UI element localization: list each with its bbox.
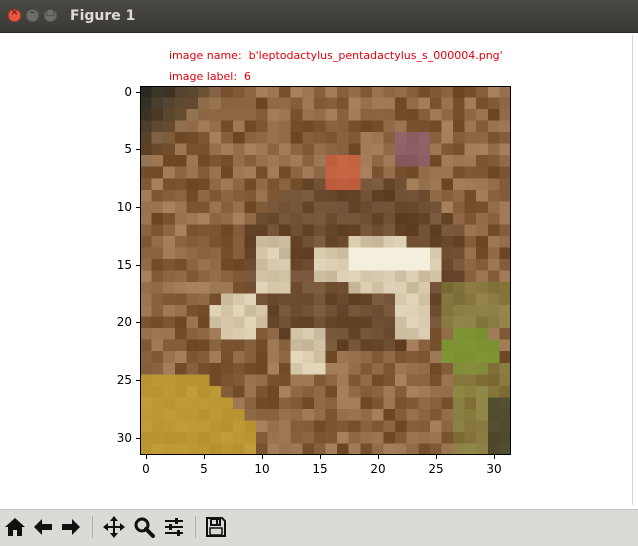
arrow-left-icon [34, 519, 52, 535]
arrow-right-icon [62, 519, 80, 535]
window-titlebar: × – □ Figure 1 [0, 0, 638, 33]
close-icon: × [10, 7, 19, 18]
magnifier-icon [134, 517, 155, 538]
x-tick-label: 20 [370, 462, 386, 476]
x-tick-label: 25 [428, 462, 444, 476]
x-tick-mark [204, 455, 205, 459]
y-tick-mark [136, 92, 140, 93]
minimize-window-button[interactable]: – [26, 7, 39, 22]
pixel-image [140, 86, 511, 455]
toolbar-separator [195, 516, 196, 538]
y-tick-label: 30 [116, 431, 132, 445]
x-tick-label: 15 [312, 462, 328, 476]
image-plot[interactable] [140, 86, 511, 455]
y-tick-mark [136, 207, 140, 208]
navigation-toolbar [0, 509, 638, 546]
y-tick-mark [136, 322, 140, 323]
y-tick-label: 5 [124, 142, 132, 156]
x-tick-label: 10 [254, 462, 270, 476]
y-tick-label: 15 [116, 258, 132, 272]
y-tick-label: 10 [116, 200, 132, 214]
x-tick-mark [320, 455, 321, 459]
y-tick-mark [136, 149, 140, 150]
x-tick-mark [262, 455, 263, 459]
y-tick-label: 20 [116, 315, 132, 329]
x-tick-mark [494, 455, 495, 459]
image-label-text: image label: 6 [169, 70, 252, 83]
x-tick-label: 5 [200, 462, 208, 476]
zoom-button[interactable] [131, 513, 157, 541]
x-tick-label: 30 [486, 462, 502, 476]
home-icon [5, 518, 25, 536]
maximize-icon: □ [45, 7, 56, 18]
close-window-button[interactable]: × [8, 7, 21, 22]
x-tick-mark [378, 455, 379, 459]
move-icon [103, 516, 125, 538]
home-button[interactable] [2, 513, 28, 541]
y-tick-mark [136, 380, 140, 381]
save-button[interactable] [203, 513, 229, 541]
image-name-text: image name: b'leptodactylus_pentadactylu… [169, 49, 503, 62]
canvas-edge [632, 35, 633, 505]
forward-button[interactable] [58, 513, 84, 541]
x-tick-label: 0 [142, 462, 150, 476]
x-tick-mark [436, 455, 437, 459]
configure-subplots-button[interactable] [161, 513, 187, 541]
y-tick-mark [136, 438, 140, 439]
floppy-disk-icon [206, 517, 226, 537]
y-tick-label: 25 [116, 373, 132, 387]
toolbar-separator [92, 516, 93, 538]
minimize-icon: – [30, 7, 35, 18]
y-tick-label: 0 [124, 85, 132, 99]
x-tick-mark [146, 455, 147, 459]
pan-button[interactable] [101, 513, 127, 541]
maximize-window-button[interactable]: □ [44, 7, 57, 22]
y-tick-mark [136, 265, 140, 266]
window-title: Figure 1 [70, 8, 136, 24]
sliders-icon [165, 518, 183, 536]
back-button[interactable] [30, 513, 56, 541]
